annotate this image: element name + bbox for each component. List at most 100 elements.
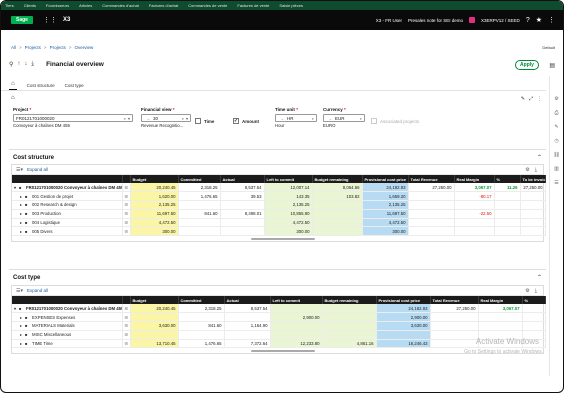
- more-icon[interactable]: ⋮: [537, 96, 542, 102]
- topnav-item[interactable]: Clients: [24, 3, 36, 8]
- table-row[interactable]: ▸ ■ 001 Gestion de projet ☰ 1,620.00 1,476.65…: [12, 191, 546, 202]
- to-be-invoiced-cell[interactable]: 27,250.00: [520, 183, 546, 193]
- column-header[interactable]: Left to commit: [270, 296, 323, 304]
- topnav-item[interactable]: Factures de vente: [237, 3, 269, 8]
- horizontal-scrollbar[interactable]: [12, 236, 543, 241]
- row-menu-icon[interactable]: ☰: [122, 321, 131, 331]
- expand-all-link[interactable]: Expand all: [27, 288, 48, 293]
- to-be-invoiced-cell[interactable]: [520, 209, 546, 219]
- actual-cell[interactable]: [220, 200, 265, 210]
- print-icon[interactable]: ⎙: [554, 110, 558, 116]
- budget-remaining-cell[interactable]: [322, 304, 377, 314]
- percent-cell[interactable]: [494, 200, 521, 210]
- column-header[interactable]: %: [522, 296, 546, 304]
- provisional-cost-cell[interactable]: [376, 330, 431, 340]
- real-margin-cell[interactable]: [478, 312, 523, 323]
- provisional-cost-cell[interactable]: 2,900.00: [376, 312, 431, 323]
- row-menu-icon[interactable]: ☰: [122, 209, 131, 219]
- real-margin-cell[interactable]: -22.50: [454, 209, 495, 219]
- expand-icon[interactable]: ⤢: [529, 96, 533, 102]
- search-icon[interactable]: ⌕: [124, 116, 126, 121]
- clock-icon[interactable]: ◷: [554, 138, 558, 144]
- column-header[interactable]: Budget: [130, 296, 179, 304]
- row-menu-icon[interactable]: ☰: [122, 226, 131, 237]
- row-label-cell[interactable]: ▸ ■ 003 Production: [12, 209, 123, 219]
- column-header[interactable]: Budget: [130, 175, 179, 183]
- row-menu-icon[interactable]: ☰: [122, 200, 131, 210]
- row-label-cell[interactable]: ▸ ■ TIME Time: [12, 339, 123, 349]
- total-revenue-cell[interactable]: [430, 330, 479, 340]
- provisional-cost-cell[interactable]: 16,246.43: [376, 339, 431, 349]
- breadcrumb-projects[interactable]: Projects: [25, 45, 41, 50]
- row-menu-icon[interactable]: ☰: [122, 218, 131, 228]
- column-header[interactable]: [12, 296, 123, 304]
- budget-remaining-cell[interactable]: [322, 321, 377, 331]
- table-row[interactable]: ▾ ■ FR0121701000020 Convoyeur à chaînes DM…: [12, 304, 546, 314]
- default-label[interactable]: Default: [542, 45, 555, 50]
- row-menu-icon[interactable]: ☰: [122, 191, 131, 202]
- percent-cell[interactable]: 11.26: [494, 183, 521, 193]
- committed-cell[interactable]: 1,476.65: [178, 191, 221, 202]
- folder-label[interactable]: Presales note for SEI demo: [408, 18, 463, 23]
- currency-input[interactable]: → EUR ⌕: [323, 114, 365, 122]
- column-header[interactable]: Real Margin: [454, 175, 495, 183]
- percent-cell[interactable]: [494, 191, 521, 202]
- budget-remaining-cell[interactable]: [322, 312, 377, 323]
- percent-cell[interactable]: [522, 312, 546, 323]
- committed-cell[interactable]: 841.60: [178, 321, 225, 331]
- row-label-cell[interactable]: ▸ ■ 004 Logistique: [12, 218, 123, 228]
- total-revenue-cell[interactable]: [408, 200, 455, 210]
- row-label-cell[interactable]: ▸ ■ 005 Divers: [12, 226, 123, 237]
- to-be-invoiced-cell[interactable]: [520, 218, 546, 228]
- breadcrumb-all[interactable]: All: [11, 45, 16, 50]
- column-header[interactable]: Total Revenue: [430, 296, 479, 304]
- to-be-invoiced-cell[interactable]: [520, 200, 546, 210]
- tab-home[interactable]: ⌂: [9, 81, 17, 90]
- real-margin-cell[interactable]: 3,067.07: [478, 304, 523, 314]
- committed-cell[interactable]: 841.60: [178, 209, 221, 219]
- committed-cell[interactable]: [178, 226, 221, 237]
- budget-cell[interactable]: 2,135.25: [130, 200, 179, 210]
- column-header[interactable]: Budget remaining: [312, 175, 363, 183]
- total-revenue-cell[interactable]: 27,250.00: [408, 183, 455, 193]
- left-to-commit-cell[interactable]: [270, 304, 323, 314]
- provisional-cost-cell[interactable]: 24,182.93: [376, 304, 431, 314]
- actual-cell[interactable]: 8,498.01: [220, 209, 265, 219]
- total-revenue-cell[interactable]: [408, 191, 455, 202]
- row-label-cell[interactable]: ▸ ■ MATERIALS Materials: [12, 321, 123, 331]
- left-to-commit-cell[interactable]: 143.35: [264, 191, 313, 202]
- breadcrumb-projects-2[interactable]: Projects: [50, 45, 66, 50]
- arrow-up-icon[interactable]: ↑: [17, 61, 20, 68]
- budget-cell[interactable]: 13,710.45: [130, 339, 179, 349]
- left-to-commit-cell[interactable]: 2,900.00: [270, 312, 323, 323]
- budget-remaining-cell[interactable]: 8,064.66: [312, 183, 363, 193]
- link-icon[interactable]: ⛓: [553, 152, 559, 158]
- project-input[interactable]: FR0121701000020 ⌕ ▾: [13, 114, 133, 122]
- committed-cell[interactable]: 1,476.65: [178, 339, 225, 349]
- edit-icon[interactable]: ✎: [521, 96, 525, 102]
- arrow-down-icon[interactable]: ↓: [24, 61, 27, 68]
- budget-remaining-cell[interactable]: [312, 200, 363, 210]
- table-row[interactable]: ▸ ■ 002 Research & design ☰ 2,135.25 2,135.25…: [12, 200, 546, 210]
- time-checkbox-box[interactable]: [195, 118, 201, 124]
- percent-cell[interactable]: [494, 209, 521, 219]
- topnav-item[interactable]: Articles: [79, 3, 92, 8]
- actual-cell[interactable]: [224, 312, 271, 323]
- left-to-commit-cell[interactable]: 4,472.50: [264, 218, 313, 228]
- provisional-cost-cell[interactable]: 300.00: [362, 226, 409, 237]
- associated-projects-box[interactable]: [371, 118, 377, 124]
- actual-cell[interactable]: [224, 330, 271, 340]
- column-header[interactable]: To be invoiced: [520, 175, 546, 183]
- table-row[interactable]: ▸ ■ MATERIALS Materials ☰ 3,630.00 841.60 1,16…: [12, 321, 546, 331]
- provisional-cost-cell[interactable]: 3,630.00: [376, 321, 431, 331]
- panel-toggle-icon[interactable]: ▤: [549, 62, 555, 69]
- column-header[interactable]: Total Revenue: [408, 175, 455, 183]
- topnav-item[interactable]: Saisie pièces: [279, 3, 303, 8]
- budget-remaining-cell[interactable]: [312, 226, 363, 237]
- left-to-commit-cell[interactable]: 300.00: [264, 226, 313, 237]
- budget-remaining-cell[interactable]: [312, 218, 363, 228]
- edit-icon[interactable]: ✎: [554, 124, 558, 130]
- committed-cell[interactable]: [178, 312, 225, 323]
- committed-cell[interactable]: 2,318.25: [178, 304, 225, 314]
- grid-settings-icon[interactable]: ⚙: [525, 167, 529, 173]
